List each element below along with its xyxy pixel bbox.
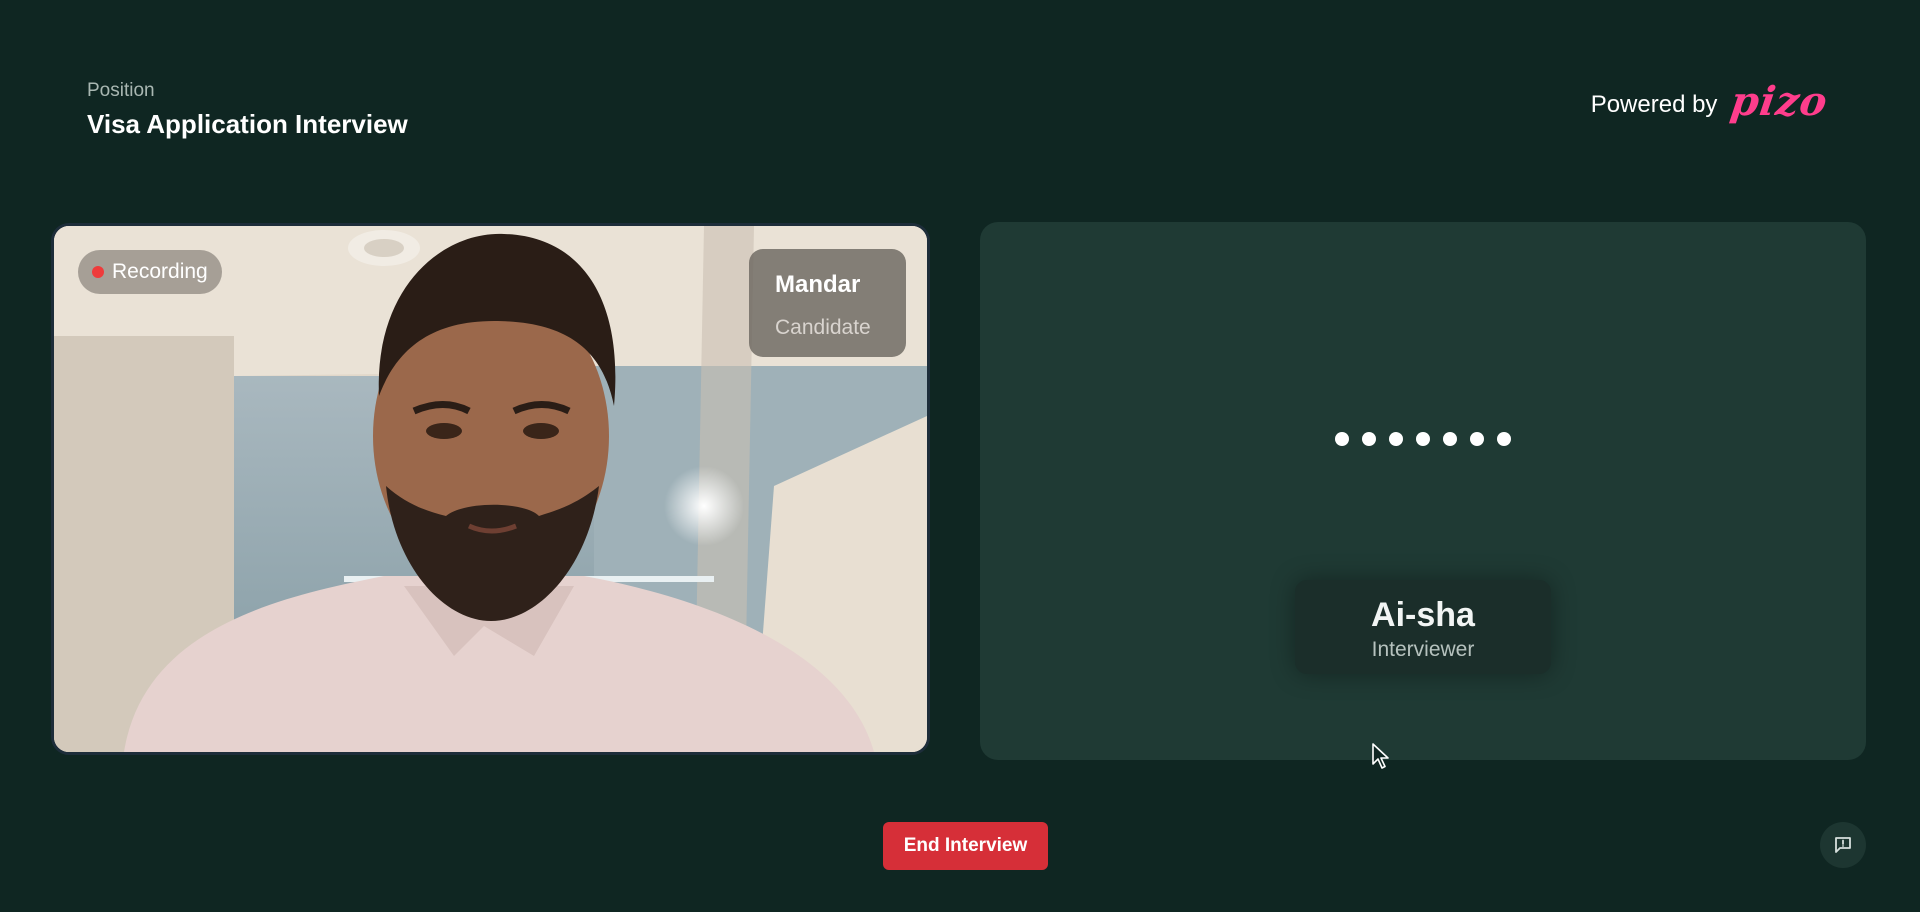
feedback-button[interactable] <box>1820 822 1866 868</box>
speaking-dot <box>1416 432 1430 446</box>
position-title: Visa Application Interview <box>87 109 408 139</box>
candidate-video-tile: Recording Mandar Candidate <box>51 223 930 755</box>
recording-indicator: Recording <box>78 250 222 294</box>
candidate-name: Mandar <box>775 271 861 298</box>
interviewer-tile: Ai-sha Interviewer <box>980 222 1866 760</box>
speaking-dot <box>1443 432 1457 446</box>
candidate-name-card: Mandar Candidate <box>749 249 906 357</box>
end-interview-button[interactable]: End Interview <box>883 822 1048 870</box>
recording-dot-icon <box>92 266 104 278</box>
candidate-role: Candidate <box>775 316 871 339</box>
speaking-dot <box>1389 432 1403 446</box>
interviewer-name: Ai-sha <box>1371 596 1475 634</box>
speaking-dot <box>1470 432 1484 446</box>
recording-label: Recording <box>112 260 208 283</box>
position-label: Position <box>87 80 155 101</box>
feedback-icon <box>1835 837 1851 853</box>
mouse-cursor-icon <box>1372 743 1389 769</box>
speaking-dot <box>1497 432 1511 446</box>
interviewer-name-card: Ai-sha Interviewer <box>1295 580 1551 674</box>
powered-by: Powered by pizo <box>1590 78 1832 125</box>
position-header: Position Visa Application Interview <box>87 80 408 140</box>
speaking-indicator <box>980 432 1866 446</box>
brand-logo: pizo <box>1728 78 1832 125</box>
speaking-dot <box>1362 432 1376 446</box>
speaking-dot <box>1335 432 1349 446</box>
interviewer-role: Interviewer <box>1371 638 1475 661</box>
powered-by-text: Powered by <box>1590 91 1718 118</box>
